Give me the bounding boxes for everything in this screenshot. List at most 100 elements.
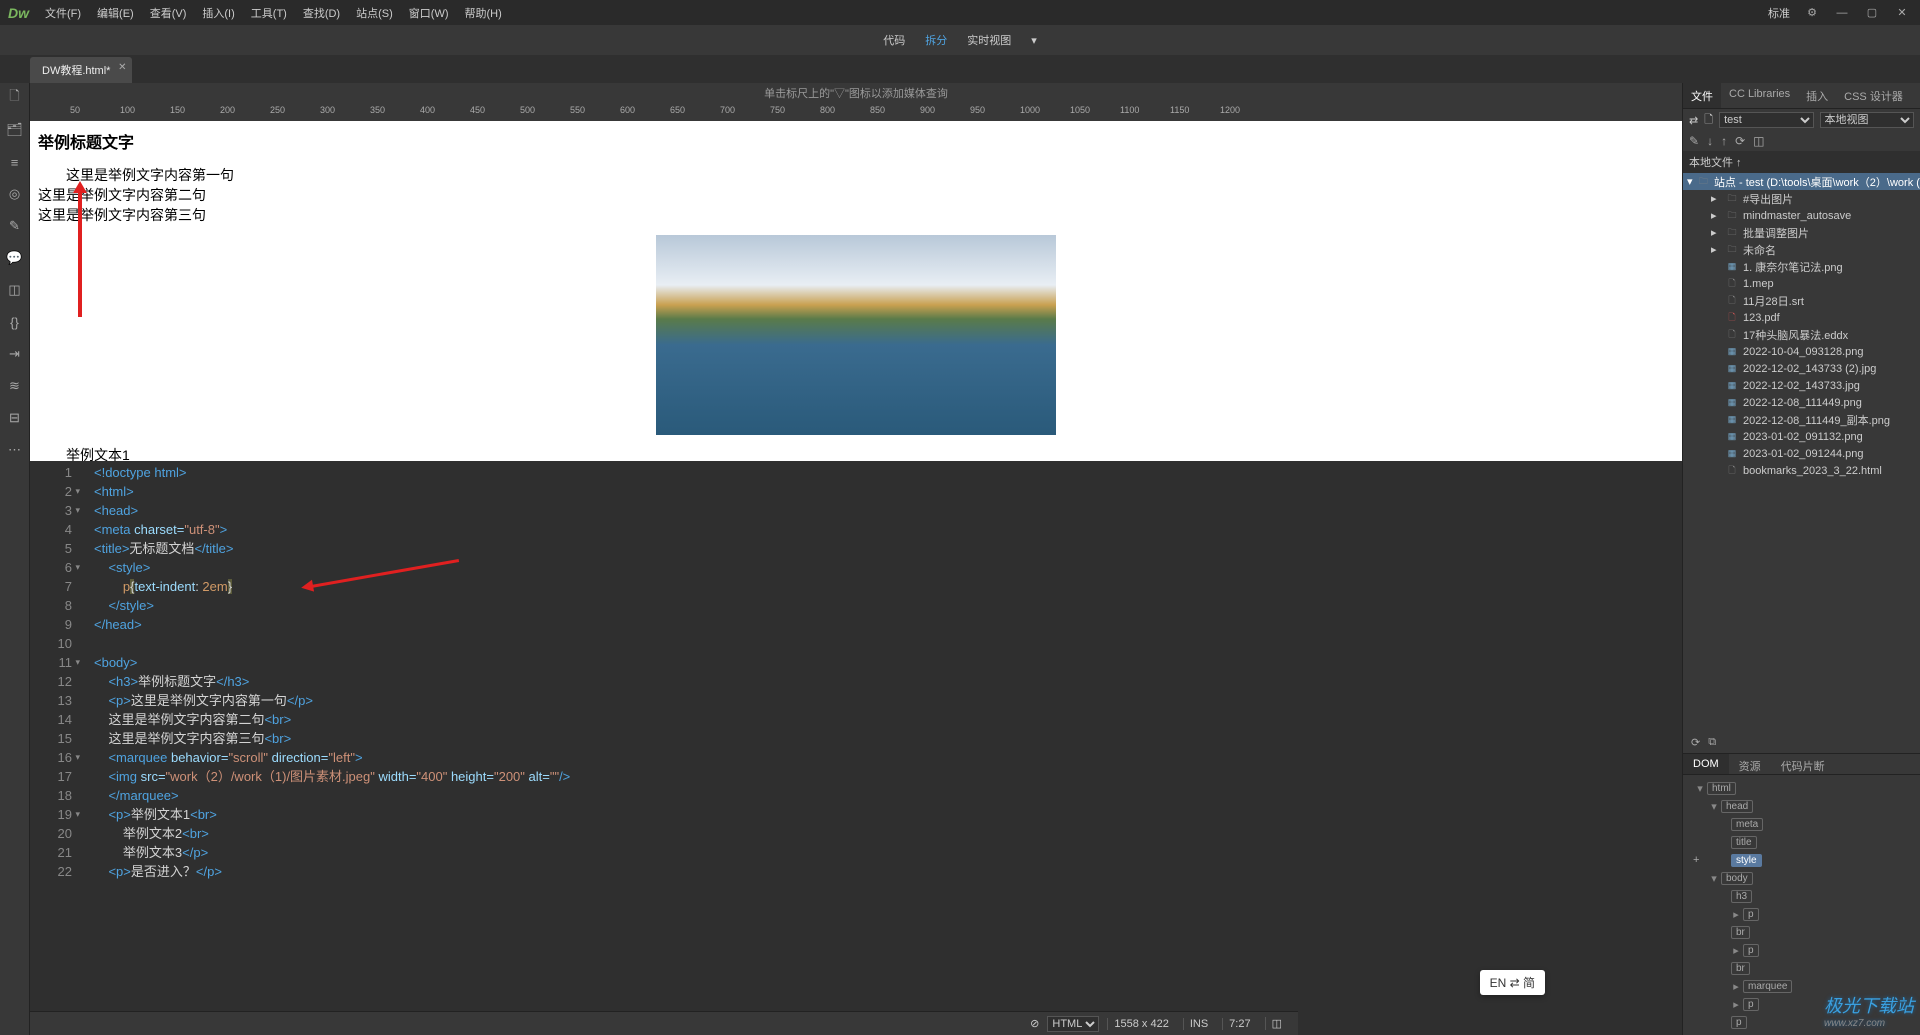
dom-h3[interactable]: h3	[1731, 890, 1752, 903]
expand-tool-icon[interactable]: ≡	[6, 153, 24, 171]
tab-label: DW教程.html*	[42, 65, 110, 77]
view-code[interactable]: 代码	[883, 32, 905, 48]
file-item[interactable]: 🗋123.pdf	[1683, 309, 1920, 326]
dom-br[interactable]: br	[1731, 962, 1750, 975]
menu-find[interactable]: 查找(D)	[295, 5, 348, 21]
ruler[interactable]: 5010015020025030035040045050055060065070…	[30, 103, 1682, 121]
view-select[interactable]: 本地视图	[1820, 112, 1914, 128]
file-item[interactable]: ▦1. 康奈尔笔记法.png	[1683, 258, 1920, 275]
dom-p[interactable]: p	[1743, 944, 1759, 957]
menu-tools[interactable]: 工具(T)	[243, 5, 295, 21]
tool-icon[interactable]: ✎	[1689, 134, 1699, 148]
tab-dom[interactable]: DOM	[1683, 754, 1729, 774]
dom-html[interactable]: html	[1707, 782, 1736, 795]
maximize-icon[interactable]: ▢	[1860, 3, 1884, 23]
view-live[interactable]: 实时视图	[967, 32, 1011, 48]
file-item[interactable]: ▸🗀批量调整图片	[1683, 224, 1920, 241]
view-mode-bar: 代码 拆分 实时视图 ▾	[0, 25, 1920, 55]
tab-cc[interactable]: CC Libraries	[1721, 83, 1798, 108]
collapse-icon[interactable]: ⊟	[6, 409, 24, 427]
expand-icon[interactable]: ◫	[1753, 134, 1764, 148]
file-tree[interactable]: ▾ 🗀 站点 - test (D:\tools\桌面\work（2）\work …	[1683, 173, 1920, 731]
file-item[interactable]: 🗋1.mep	[1683, 275, 1920, 292]
minimize-icon[interactable]: —	[1830, 3, 1854, 23]
dom-style[interactable]: style	[1731, 854, 1762, 867]
code-editor[interactable]: 12▾3▾456▾7891011▾1213141516▾171819▾20212…	[30, 461, 1682, 1035]
file-tool-icon[interactable]: 🗋	[6, 89, 24, 107]
add-icon[interactable]: +	[1687, 852, 1705, 868]
dom-head[interactable]: head	[1721, 800, 1753, 813]
dom-br[interactable]: br	[1731, 926, 1750, 939]
insert-mode[interactable]: INS	[1183, 1018, 1214, 1030]
collapse-icon[interactable]: ▾	[1687, 175, 1693, 188]
manage-tool-icon[interactable]: 🗂	[6, 121, 24, 139]
menu-file[interactable]: 文件(F)	[37, 5, 89, 21]
live-preview[interactable]: 举例标题文字 这里是举例文字内容第一句 这里是举例文字内容第二句 这里是举例文字…	[30, 121, 1682, 461]
tab-snippets[interactable]: 代码片断	[1771, 754, 1835, 774]
tab-document[interactable]: DW教程.html* ✕	[30, 57, 132, 83]
refresh-icon[interactable]: ⟳	[1691, 736, 1700, 749]
gear-icon[interactable]: ⚙	[1800, 3, 1824, 23]
dom-body[interactable]: body	[1721, 872, 1753, 885]
error-icon[interactable]: ⊘	[1030, 1017, 1039, 1030]
workspace-label[interactable]: 标准	[1768, 5, 1794, 21]
up-icon[interactable]: ↑	[1721, 134, 1727, 148]
format-icon[interactable]: ≋	[6, 377, 24, 395]
dom-marquee[interactable]: marquee	[1743, 980, 1792, 993]
site-root[interactable]: ▾ 🗀 站点 - test (D:\tools\桌面\work（2）\work …	[1683, 173, 1920, 190]
menu-view[interactable]: 查看(V)	[142, 5, 195, 21]
file-item[interactable]: ▦2022-12-02_143733.jpg	[1683, 377, 1920, 394]
file-item[interactable]: 🗋11月28日.srt	[1683, 292, 1920, 309]
file-item[interactable]: ▦2022-10-04_093128.png	[1683, 343, 1920, 360]
ime-indicator[interactable]: EN ⇄ 简	[1480, 970, 1545, 995]
menu-window[interactable]: 窗口(W)	[401, 5, 457, 21]
chevron-down-icon[interactable]: ▾	[1031, 34, 1037, 47]
file-item[interactable]: ▦2023-01-02_091244.png	[1683, 445, 1920, 462]
dom-p[interactable]: p	[1731, 1016, 1747, 1029]
menu-edit[interactable]: 编辑(E)	[89, 5, 142, 21]
dom-p[interactable]: p	[1743, 908, 1759, 921]
lang-select[interactable]: HTML	[1047, 1016, 1099, 1032]
file-item[interactable]: ▸🗀#导出图片	[1683, 190, 1920, 207]
file-item[interactable]: ▸🗀mindmaster_autosave	[1683, 207, 1920, 224]
preview-icon[interactable]: ◫	[6, 281, 24, 299]
file-item[interactable]: ▦2023-01-02_091132.png	[1683, 428, 1920, 445]
tab-resources[interactable]: 资源	[1729, 754, 1771, 774]
tab-insert[interactable]: 插入	[1798, 83, 1836, 108]
dom-p[interactable]: p	[1743, 998, 1759, 1011]
wand-icon[interactable]: ✎	[6, 217, 24, 235]
wrap-icon[interactable]: {}	[6, 313, 24, 331]
chat-icon[interactable]: 💬	[6, 249, 24, 267]
file-item[interactable]: ▦2022-12-08_111449_副本.png	[1683, 411, 1920, 428]
media-query-hint[interactable]: 单击标尺上的"▽"图标以添加媒体查询	[30, 83, 1682, 103]
target-icon[interactable]: ◎	[6, 185, 24, 203]
file-item[interactable]: ▦2022-12-08_111449.png	[1683, 394, 1920, 411]
dom-title[interactable]: title	[1731, 836, 1757, 849]
menu-help[interactable]: 帮助(H)	[457, 5, 510, 21]
file-item[interactable]: 🗋bookmarks_2023_3_22.html	[1683, 462, 1920, 479]
sync-icon[interactable]: ⟳	[1735, 134, 1745, 148]
more-icon[interactable]: ⋯	[6, 441, 24, 459]
tab-files[interactable]: 文件	[1683, 83, 1721, 108]
file-icon[interactable]: 🗋	[1704, 111, 1713, 130]
ftp-icon[interactable]: ⇄	[1689, 114, 1698, 127]
view-split[interactable]: 拆分	[925, 32, 947, 48]
tab-css[interactable]: CSS 设计器	[1836, 83, 1911, 108]
close-icon[interactable]: ✕	[1890, 3, 1914, 23]
right-panel: 文件 CC Libraries 插入 CSS 设计器 ⇄ 🗋 test 本地视图…	[1682, 83, 1920, 1035]
close-icon[interactable]: ✕	[118, 62, 126, 73]
file-item[interactable]: 🗋17种头脑风暴法.eddx	[1683, 326, 1920, 343]
overflow-icon[interactable]: ◫	[1265, 1017, 1288, 1030]
down-icon[interactable]: ↓	[1707, 134, 1713, 148]
site-select[interactable]: test	[1719, 112, 1813, 128]
menu-site[interactable]: 站点(S)	[348, 5, 401, 21]
preview-heading: 举例标题文字	[38, 129, 1674, 153]
file-item[interactable]: ▦2022-12-02_143733 (2).jpg	[1683, 360, 1920, 377]
code-lines[interactable]: <!doctype html> <html> <head> <meta char…	[80, 461, 1682, 1035]
link-icon[interactable]: ⧉	[1708, 736, 1716, 749]
menu-insert[interactable]: 插入(I)	[194, 5, 242, 21]
dom-meta[interactable]: meta	[1731, 818, 1763, 831]
local-files-header[interactable]: 本地文件 ↑	[1683, 151, 1920, 173]
indent-icon[interactable]: ⇥	[6, 345, 24, 363]
file-item[interactable]: ▸🗀未命名	[1683, 241, 1920, 258]
